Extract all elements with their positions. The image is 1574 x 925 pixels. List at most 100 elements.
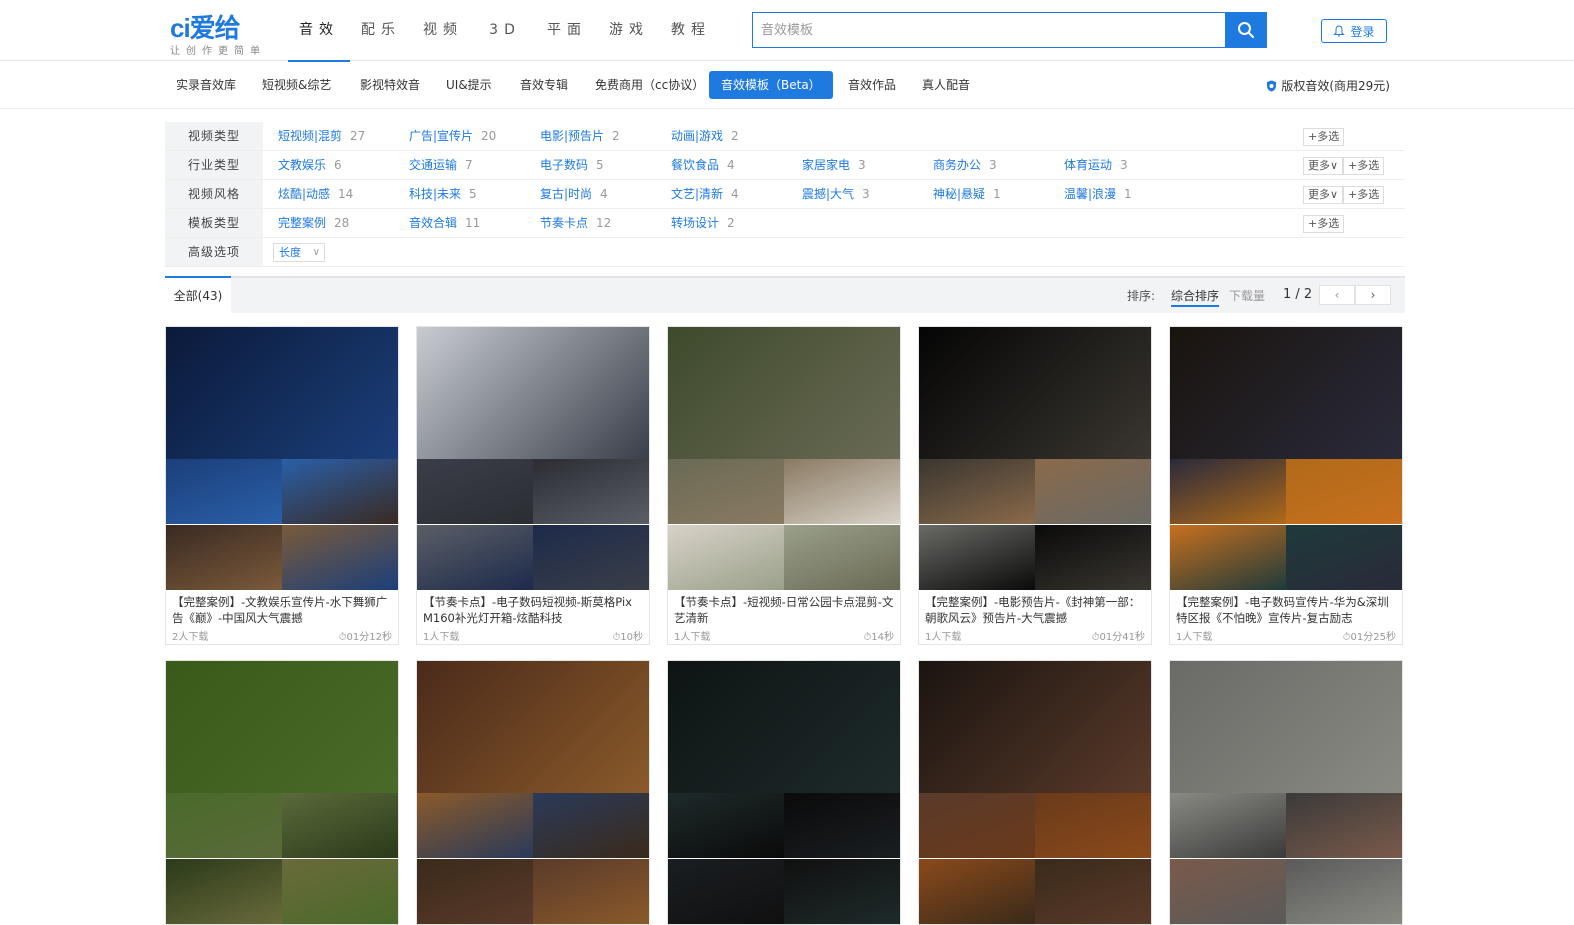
card-title[interactable]: 【完整案例】-文教娱乐宣传片-水下舞狮广告《巅》-中国风大气震撼 xyxy=(166,590,398,626)
filter-label: 模板类型 xyxy=(165,209,263,237)
card-preview-grid xyxy=(668,793,900,924)
template-card[interactable] xyxy=(416,660,650,925)
filter-option[interactable]: 餐饮食品 4 xyxy=(671,151,735,179)
search-input[interactable] xyxy=(752,12,1225,48)
template-card[interactable]: 【完整案例】-电子数码宣传片-华为&深圳特区报《不怕晚》宣传片-复古励志 1人下载… xyxy=(1169,326,1403,645)
subnav-item-5[interactable]: 免费商用（cc协议） xyxy=(583,71,716,99)
filter-multiselect-button[interactable]: +多选 xyxy=(1343,186,1385,204)
filter-option[interactable]: 动画|游戏 2 xyxy=(671,122,739,150)
card-preview-frame xyxy=(166,859,282,924)
subnav-item-1[interactable]: 短视频&综艺 xyxy=(250,71,343,99)
subnav-item-4[interactable]: 音效专辑 xyxy=(508,71,580,99)
template-card[interactable]: 【完整案例】-文教娱乐宣传片-水下舞狮广告《巅》-中国风大气震撼 2人下载 ⏱01分… xyxy=(165,326,399,645)
filter-option[interactable]: 转场设计 2 xyxy=(671,209,735,237)
nav-item-1[interactable]: 配乐 xyxy=(350,0,412,61)
filter-option-label: 电子数码 xyxy=(540,158,589,172)
card-preview-frame xyxy=(668,793,784,858)
filter-option[interactable]: 交通运输 7 xyxy=(409,151,473,179)
template-card[interactable]: 【节奏卡点】-短视频-日常公园卡点混剪-文艺清新 1人下载 ⏱14秒 xyxy=(667,326,901,645)
subnav-item-2[interactable]: 影视特效音 xyxy=(348,71,432,99)
template-card[interactable]: 【节奏卡点】-电子数码短视频-斯莫格Pix M160补光灯开箱-炫酷科技 1人下载… xyxy=(416,326,650,645)
filter-option[interactable]: 音效合辑 11 xyxy=(409,209,480,237)
filter-option[interactable]: 科技|未来 5 xyxy=(409,180,477,208)
subnav-item-7[interactable]: 音效作品 xyxy=(836,71,908,99)
filter-option[interactable]: 文艺|清新 4 xyxy=(671,180,739,208)
card-meta: 1人下载 ⏱10秒 xyxy=(417,626,649,644)
subnav-item-8[interactable]: 真人配音 xyxy=(910,71,982,99)
card-title[interactable]: 【完整案例】-电子数码宣传片-华为&深圳特区报《不怕晚》宣传片-复古励志 xyxy=(1170,590,1402,626)
bell-icon xyxy=(1333,25,1346,37)
filter-option[interactable]: 家居家电 3 xyxy=(802,151,866,179)
prev-page-button[interactable]: ‹ xyxy=(1319,285,1355,305)
filter-option-count: 5 xyxy=(469,187,477,201)
card-preview-frame xyxy=(533,859,649,924)
filter-option-count: 4 xyxy=(727,158,735,172)
sort-comprehensive[interactable]: 综合排序 xyxy=(1171,287,1220,307)
filter-option-count: 1 xyxy=(993,187,1001,201)
filter-option-count: 3 xyxy=(1120,158,1128,172)
card-meta: 1人下载 ⏱14秒 xyxy=(668,626,900,644)
nav-item-2[interactable]: 视频 xyxy=(412,0,474,61)
filter-multiselect-button[interactable]: +多选 xyxy=(1303,128,1345,146)
nav-item-5[interactable]: 游戏 xyxy=(598,0,660,61)
card-title[interactable]: 【完整案例】-电影预告片-《封神第一部：朝歌风云》预告片-大气震撼 xyxy=(919,590,1151,626)
filter-more-button[interactable]: 更多∨ xyxy=(1303,186,1344,204)
nav-item-4[interactable]: 平面 xyxy=(536,0,598,61)
filter-row: 视频类型 短视频|混剪 27 广告|宣传片 20 电影|预告片 2 动画|游戏 2 +多选 xyxy=(165,122,1405,151)
card-preview-frame xyxy=(1286,459,1402,524)
template-card[interactable] xyxy=(165,660,399,925)
filter-multiselect-button[interactable]: +多选 xyxy=(1343,157,1385,175)
filter-multiselect-button[interactable]: +多选 xyxy=(1303,215,1345,233)
filter-option-label: 炫酷|动感 xyxy=(278,187,331,201)
site-logo[interactable]: ci爱给 让创作更简单 xyxy=(170,8,270,57)
card-title[interactable]: 【节奏卡点】-短视频-日常公园卡点混剪-文艺清新 xyxy=(668,590,900,626)
chevron-down-icon: ∨ xyxy=(312,247,320,258)
tab-all[interactable]: 全部(43) xyxy=(165,276,231,315)
card-preview-frame xyxy=(1170,859,1286,924)
card-title[interactable]: 【节奏卡点】-电子数码短视频-斯莫格Pix M160补光灯开箱-炫酷科技 xyxy=(417,590,649,626)
filter-option[interactable]: 文教娱乐 6 xyxy=(278,151,342,179)
card-duration: ⏱01分12秒 xyxy=(338,632,392,643)
filter-option[interactable]: 广告|宣传片 20 xyxy=(409,122,496,150)
copyright-sfx-link[interactable]: 版权音效(商用29元) xyxy=(1266,77,1390,94)
filter-option[interactable]: 复古|时尚 4 xyxy=(540,180,608,208)
length-select[interactable]: 长度 ∨ xyxy=(273,243,325,262)
nav-item-0[interactable]: 音效 xyxy=(288,0,350,62)
filter-option[interactable]: 神秘|悬疑 1 xyxy=(933,180,1001,208)
subnav-item-6[interactable]: 音效模板（Beta） xyxy=(709,71,833,99)
filter-option[interactable]: 短视频|混剪 27 xyxy=(278,122,365,150)
filter-option[interactable]: 温馨|浪漫 1 xyxy=(1064,180,1132,208)
subnav-item-3[interactable]: UI&提示 xyxy=(434,71,504,99)
card-preview-grid xyxy=(166,459,398,590)
filter-option-label: 短视频|混剪 xyxy=(278,129,343,143)
sort-downloads[interactable]: 下载量 xyxy=(1229,287,1265,304)
filter-option[interactable]: 震撼|大气 3 xyxy=(802,180,870,208)
login-button[interactable]: 登录 xyxy=(1321,19,1387,43)
filter-option-label: 家居家电 xyxy=(802,158,851,172)
card-cover-image xyxy=(1170,327,1402,459)
card-downloads: 2人下载 xyxy=(172,632,209,643)
filter-option[interactable]: 体育运动 3 xyxy=(1064,151,1128,179)
card-downloads: 1人下载 xyxy=(423,632,460,643)
next-page-button[interactable]: › xyxy=(1355,285,1391,305)
template-card[interactable]: 【完整案例】-电影预告片-《封神第一部：朝歌风云》预告片-大气震撼 1人下载 ⏱01… xyxy=(918,326,1152,645)
nav-item-3[interactable]: 3D xyxy=(474,0,536,61)
filter-more-button[interactable]: 更多∨ xyxy=(1303,157,1344,175)
template-card[interactable] xyxy=(918,660,1152,925)
search-button[interactable] xyxy=(1225,12,1267,48)
filter-option-count: 28 xyxy=(334,216,350,230)
filter-option[interactable]: 完整案例 28 xyxy=(278,209,349,237)
filter-option[interactable]: 炫酷|动感 14 xyxy=(278,180,353,208)
nav-item-6[interactable]: 教程 xyxy=(660,0,722,61)
filter-option[interactable]: 商务办公 3 xyxy=(933,151,997,179)
filter-option[interactable]: 电子数码 5 xyxy=(540,151,604,179)
filter-option[interactable]: 节奏卡点 12 xyxy=(540,209,611,237)
subnav-item-0[interactable]: 实录音效库 xyxy=(164,71,248,99)
filter-option[interactable]: 电影|预告片 2 xyxy=(540,122,620,150)
filter-option-count: 2 xyxy=(731,129,739,143)
filter-option-label: 神秘|悬疑 xyxy=(933,187,986,201)
template-card[interactable] xyxy=(1169,660,1403,925)
top-header: ci爱给 让创作更简单 音效配乐视频3D平面游戏教程 登录 xyxy=(0,0,1574,62)
card-preview-frame xyxy=(282,525,398,590)
template-card[interactable] xyxy=(667,660,901,925)
